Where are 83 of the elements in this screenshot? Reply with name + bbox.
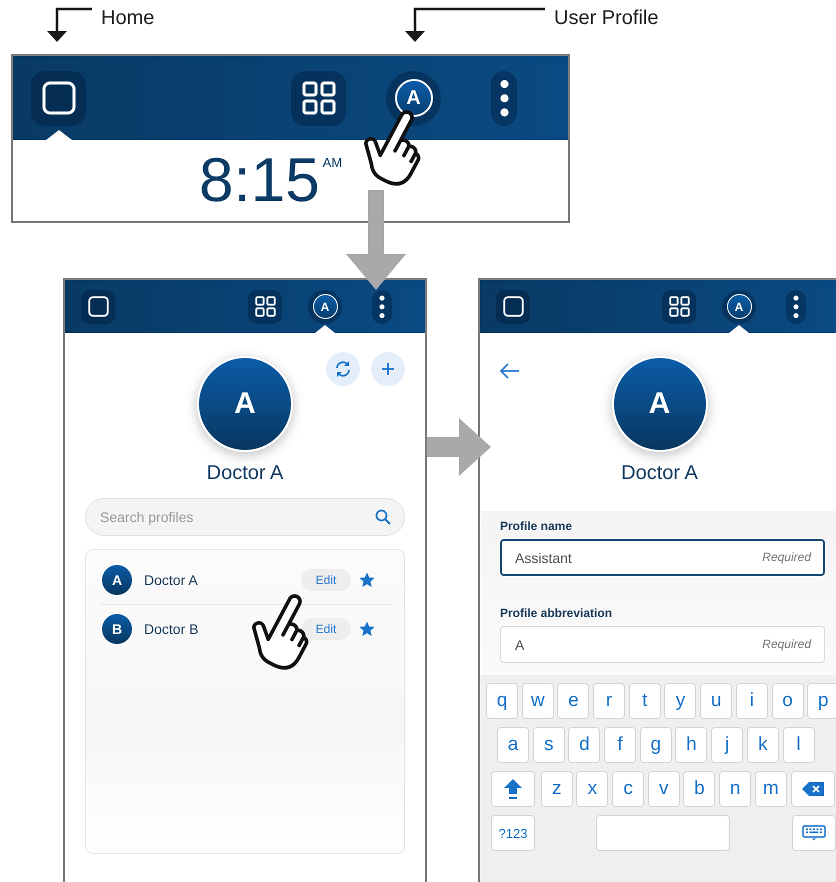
shift-icon — [503, 778, 523, 800]
more-icon — [498, 78, 510, 118]
profile-button[interactable]: A — [386, 70, 441, 126]
key[interactable]: d — [568, 727, 600, 763]
key[interactable]: c — [612, 771, 644, 807]
key[interactable]: w — [522, 683, 554, 719]
shift-key[interactable] — [491, 771, 535, 807]
profile-name: Doctor A — [144, 572, 199, 588]
key[interactable]: f — [604, 727, 636, 763]
home-button[interactable] — [496, 290, 530, 324]
profile-name: Doctor A — [621, 461, 698, 485]
backspace-icon — [802, 782, 824, 796]
avatar: A — [102, 565, 132, 595]
apps-button[interactable] — [662, 290, 696, 324]
key[interactable]: b — [683, 771, 716, 807]
callout-label: User Profile — [554, 6, 658, 30]
more-icon — [791, 294, 801, 318]
profile-button[interactable]: A — [308, 290, 342, 324]
back-arrow-icon — [500, 363, 520, 379]
more-button[interactable] — [491, 70, 517, 126]
key[interactable]: n — [719, 771, 752, 807]
key[interactable]: m — [754, 771, 787, 807]
square-icon — [502, 296, 524, 317]
star-icon[interactable] — [360, 573, 374, 587]
key[interactable]: x — [576, 771, 608, 807]
callout-label: Home — [101, 6, 154, 30]
key[interactable]: r — [593, 683, 626, 719]
profile-name: Doctor A — [206, 461, 284, 485]
back-button[interactable] — [500, 363, 520, 379]
key[interactable]: k — [746, 727, 779, 763]
more-button[interactable] — [372, 290, 392, 324]
profile-avatar: A — [612, 356, 708, 452]
backspace-key[interactable] — [790, 771, 834, 807]
key[interactable]: o — [772, 683, 804, 719]
key[interactable]: v — [648, 771, 680, 807]
key[interactable]: e — [557, 683, 590, 719]
grid-icon — [254, 296, 276, 317]
add-button[interactable] — [371, 352, 405, 386]
key[interactable]: q — [486, 683, 518, 719]
refresh-icon — [334, 360, 352, 378]
field-label: Profile abbreviation — [500, 606, 614, 620]
square-icon — [42, 81, 76, 115]
key[interactable]: h — [675, 727, 708, 763]
key[interactable]: i — [736, 683, 768, 719]
keyboard-icon — [802, 825, 826, 841]
search-field[interactable]: Search profiles — [85, 498, 405, 536]
grid-icon — [668, 296, 690, 317]
grid-icon — [302, 81, 336, 115]
field-label: Profile name — [500, 519, 574, 533]
key[interactable]: y — [664, 683, 696, 719]
search-icon — [375, 509, 391, 525]
key[interactable]: s — [532, 727, 565, 763]
profile-avatar: A — [197, 356, 293, 452]
profile-name: Doctor B — [144, 621, 200, 637]
refresh-button[interactable] — [326, 352, 360, 386]
edit-button[interactable]: Edit — [301, 618, 351, 640]
hide-keyboard-key[interactable] — [792, 815, 836, 851]
more-icon — [377, 294, 387, 318]
key[interactable]: l — [782, 727, 814, 763]
flow-arrow — [427, 418, 491, 476]
star-icon[interactable] — [360, 622, 374, 636]
home-button[interactable] — [81, 290, 115, 324]
key[interactable]: u — [700, 683, 732, 719]
home-button[interactable] — [31, 70, 86, 126]
plus-icon — [381, 362, 395, 376]
profile-button[interactable]: A — [722, 290, 756, 324]
key[interactable]: t — [628, 683, 661, 719]
key[interactable]: p — [807, 683, 836, 719]
key[interactable]: z — [540, 771, 573, 807]
required-note: Required — [762, 637, 811, 651]
more-button[interactable] — [786, 290, 806, 324]
required-note: Required — [762, 550, 811, 564]
edit-button[interactable]: Edit — [301, 569, 351, 591]
apps-button[interactable] — [248, 290, 282, 324]
key[interactable]: j — [711, 727, 744, 763]
avatar: B — [102, 614, 132, 644]
square-icon — [88, 296, 108, 317]
key[interactable]: a — [497, 727, 529, 763]
clock-time: 8:15 — [199, 150, 320, 212]
apps-button[interactable] — [291, 70, 346, 126]
symbols-key[interactable]: ?123 — [491, 815, 535, 851]
key[interactable]: g — [640, 727, 672, 763]
clock-period: AM — [322, 156, 342, 169]
